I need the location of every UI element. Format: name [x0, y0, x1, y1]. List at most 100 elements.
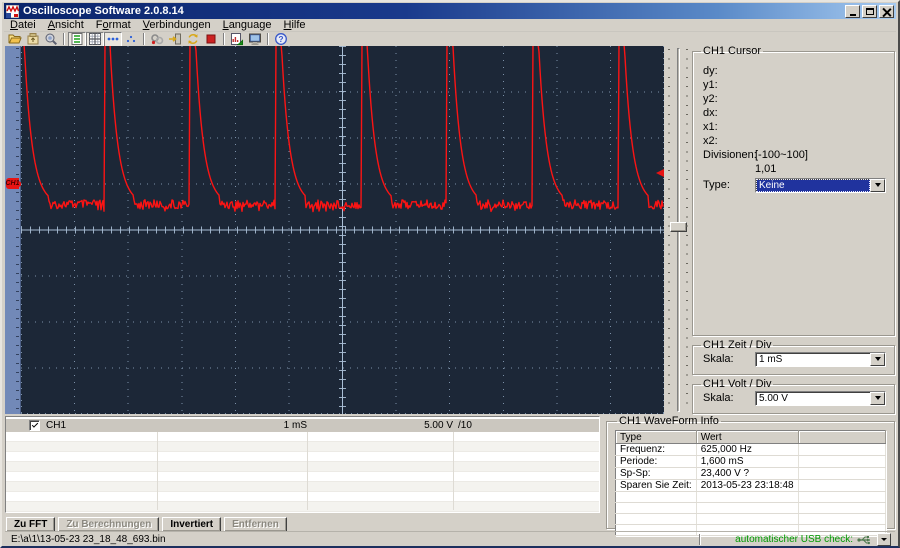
right-panel: CH1 Cursor dy: y1: y2: dx: x1: x2: Divis…: [692, 46, 895, 414]
usb-icon: [857, 535, 873, 545]
divisionen-value: 1,01: [755, 163, 776, 175]
screen-capture-button[interactable]: [246, 32, 264, 47]
open-file-button[interactable]: [6, 32, 24, 47]
volt-scale-select[interactable]: 5.00 V: [755, 391, 886, 406]
export-chart-icon: [230, 32, 244, 46]
exit-door-icon: [168, 32, 182, 46]
maximize-button[interactable]: [862, 5, 877, 18]
info-header-type[interactable]: Type: [616, 431, 697, 444]
menu-hilfe[interactable]: Hilfe: [278, 19, 312, 31]
connect-button[interactable]: [148, 32, 166, 47]
ch1-zeit-div-group: CH1 Zeit / Div Skala: 1 mS: [692, 340, 895, 375]
channel-actions: Zu FFT Zu Berechnungen Invertiert Entfer…: [6, 517, 287, 532]
info-type: Periode:: [616, 456, 697, 468]
cursor-row-div-value: 1,01: [699, 162, 888, 176]
cursor-label: x2:: [703, 135, 755, 147]
ch1-level-marker[interactable]: CH1: [6, 178, 19, 189]
toolbar: ?: [4, 31, 896, 46]
chevron-down-icon[interactable]: [870, 392, 885, 405]
help-button[interactable]: ?: [272, 32, 290, 47]
column-divider: [157, 432, 158, 510]
channel-time-div: 1 mS: [160, 420, 307, 431]
time-scale-select[interactable]: 1 mS: [755, 352, 886, 367]
chevron-down-icon[interactable]: [870, 353, 885, 366]
channel-list-toggle-button[interactable]: [68, 32, 86, 47]
info-header-wert[interactable]: Wert: [696, 431, 798, 444]
usb-check-dropdown[interactable]: [877, 533, 891, 546]
waveform-info-panel: CH1 WaveForm Info Type Wert Frequenz:625…: [606, 416, 895, 530]
ch1-visible-checkbox[interactable]: [29, 420, 40, 431]
info-wert: 23,400 V ?: [696, 468, 798, 480]
empty-channel-row: [6, 452, 599, 462]
volt-skala-row: Skala: 5.00 V: [699, 391, 888, 405]
info-header-extra[interactable]: [798, 431, 885, 444]
remove-button[interactable]: Entfernen: [224, 517, 287, 532]
stop-button[interactable]: [202, 32, 220, 47]
slider-ticks: [16, 48, 19, 412]
app-icon: [6, 5, 19, 18]
divisionen-range: [-100~100]: [755, 149, 808, 161]
zeit-skala-row: Skala: 1 mS: [699, 352, 888, 366]
window-title: Oscilloscope Software 2.0.8.14: [23, 4, 184, 18]
close-icon: [882, 7, 891, 16]
dotted-line-toggle-button[interactable]: [104, 32, 122, 47]
cursor-type-select[interactable]: Keine: [755, 178, 886, 193]
cursor-row-dx: dx:: [699, 106, 888, 120]
status-bar: E:\a\1\13-05-23 23_18_48_693.bin automat…: [5, 531, 895, 547]
menu-language[interactable]: Language: [217, 19, 278, 31]
grid-toggle-button[interactable]: [86, 32, 104, 47]
info-type: Frequenz:: [616, 444, 697, 456]
cursor-label: dx:: [703, 107, 755, 119]
dotted-line-icon: [106, 32, 120, 46]
toolbar-separator: [223, 33, 225, 45]
scope-offset-slider[interactable]: [664, 46, 692, 414]
toolbar-separator: [267, 33, 269, 45]
invert-button[interactable]: Invertiert: [162, 517, 221, 532]
chevron-down-icon[interactable]: [870, 179, 885, 192]
print-settings-button[interactable]: [42, 32, 60, 47]
refresh-button[interactable]: [184, 32, 202, 47]
info-type: Sp-Sp:: [616, 468, 697, 480]
channel-row-ch1[interactable]: CH1 1 mS 5.00 V /10: [6, 419, 599, 432]
waveform-info-group: CH1 WaveForm Info Type Wert Frequenz:625…: [606, 416, 895, 529]
disconnect-button[interactable]: [166, 32, 184, 47]
cursor-row-type: Type: Keine: [699, 178, 888, 192]
channel-probe: /10: [458, 420, 472, 431]
ch1-position-slider[interactable]: CH1: [5, 46, 21, 414]
menu-ansicht[interactable]: Ansicht: [42, 19, 90, 31]
channels-table: CH1 1 mS 5.00 V /10: [5, 416, 600, 513]
empty-channel-row: [6, 432, 599, 442]
trigger-level-marker[interactable]: [656, 169, 664, 177]
export-chart-button[interactable]: [228, 32, 246, 47]
column-divider: [453, 432, 454, 510]
points-toggle-button[interactable]: [122, 32, 140, 47]
monitor-icon: [248, 32, 262, 46]
menu-format[interactable]: Format: [90, 19, 137, 31]
channel-volt-div: 5.00 V: [310, 420, 453, 431]
toolbar-separator: [143, 33, 145, 45]
close-button[interactable]: [879, 5, 894, 18]
ch1-cursor-group: CH1 Cursor dy: y1: y2: dx: x1: x2: Divis…: [692, 46, 895, 336]
to-calculations-button[interactable]: Zu Berechnungen: [58, 517, 159, 532]
group-title: CH1 WaveForm Info: [617, 416, 721, 426]
to-fft-button[interactable]: Zu FFT: [6, 517, 55, 532]
ch1-volt-div-group: CH1 Volt / Div Skala: 5.00 V: [692, 379, 895, 414]
slider-thumb[interactable]: [670, 222, 687, 232]
help-icon: ?: [274, 32, 288, 46]
save-icon: [26, 32, 40, 46]
menu-datei[interactable]: Datei: [4, 19, 42, 31]
cursor-label: y1:: [703, 79, 755, 91]
magnifier-gear-icon: [44, 32, 58, 46]
save-file-button[interactable]: [24, 32, 42, 47]
empty-channel-row: [6, 502, 599, 512]
minimize-button[interactable]: [845, 5, 860, 18]
info-empty-row: [616, 514, 886, 525]
cursor-row-dy: dy:: [699, 64, 888, 78]
info-wert: 625,000 Hz: [696, 444, 798, 456]
info-header-row: Type Wert: [616, 431, 886, 444]
menu-verbindungen[interactable]: Verbindungen: [137, 19, 217, 31]
scope-display: [21, 46, 664, 414]
cursor-label: x1:: [703, 121, 755, 133]
cursor-row-x1: x1:: [699, 120, 888, 134]
ch1-marker-label: CH1: [6, 180, 20, 187]
